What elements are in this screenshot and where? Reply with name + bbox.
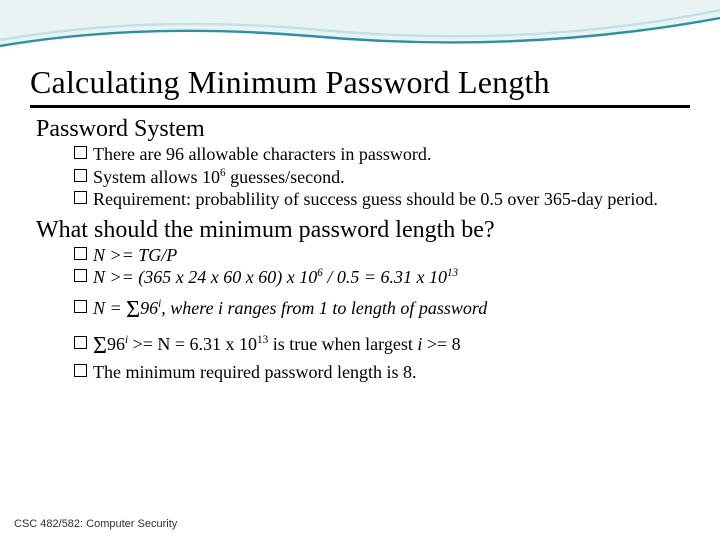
- slide-title: Calculating Minimum Password Length: [30, 64, 690, 101]
- bullet-box-icon: [74, 300, 87, 313]
- title-rule: [30, 105, 690, 108]
- bullet-box-icon: [74, 269, 87, 282]
- bullet-item: Requirement: probablility of success gue…: [74, 188, 690, 211]
- bullet-item: System allows 106 guesses/second.: [74, 166, 690, 189]
- bullet-box-icon: [74, 191, 87, 204]
- slide-footer: CSC 482/582: Computer Security: [14, 518, 177, 530]
- bullet-box-icon: [74, 364, 87, 377]
- section-heading: Password System: [36, 116, 690, 143]
- bullet-item: N = Σ96i, where i ranges from 1 to lengt…: [74, 295, 690, 325]
- sigma-icon: Σ: [126, 297, 140, 323]
- bullet-box-icon: [74, 169, 87, 182]
- bullet-box-icon: [74, 336, 87, 349]
- bullet-box-icon: [74, 146, 87, 159]
- bullet-box-icon: [74, 247, 87, 260]
- section-heading: What should the minimum password length …: [36, 217, 690, 244]
- bullet-item: N >= (365 x 24 x 60 x 60) x 106 / 0.5 = …: [74, 266, 690, 289]
- bullet-item: N >= TG/P: [74, 244, 690, 267]
- bullet-item: The minimum required password length is …: [74, 361, 690, 384]
- bullet-item: There are 96 allowable characters in pas…: [74, 143, 690, 166]
- sigma-icon: Σ: [93, 333, 107, 359]
- bullet-item: Σ96i >= N = 6.31 x 1013 is true when lar…: [74, 331, 690, 361]
